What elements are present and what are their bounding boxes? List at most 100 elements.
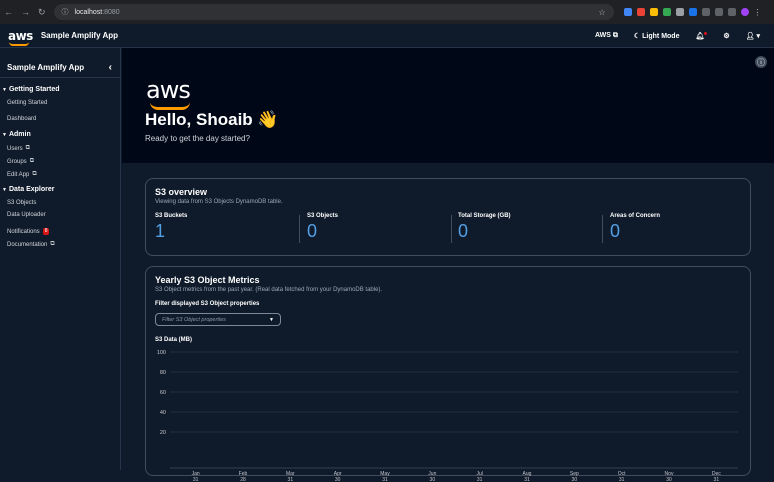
x-tick-label: 31	[619, 477, 625, 482]
light-mode-toggle[interactable]: ☾ Light Mode	[634, 32, 680, 40]
sidebar-item-notifications[interactable]: Notifications 8	[7, 228, 50, 235]
divider	[299, 215, 300, 243]
card-description: Viewing data from S3 Objects DynamoDB ta…	[155, 199, 283, 205]
main-content: aws Hello, Shoaib 👋 Ready to get the day…	[122, 48, 774, 482]
sidebar-item-getting-started[interactable]: Getting Started	[7, 100, 47, 106]
card-title: S3 overview	[155, 187, 208, 197]
metric-label: S3 Objects	[307, 213, 339, 219]
caret-down-icon: ▼	[2, 186, 7, 193]
forward-icon[interactable]: →	[21, 7, 30, 18]
yearly-metrics-card: Yearly S3 Object Metrics S3 Object metri…	[145, 266, 751, 482]
external-link-icon: ⧉	[29, 158, 34, 164]
x-tick-label: 31	[714, 477, 720, 482]
url-port: :8080	[102, 8, 120, 16]
metric-s3-objects: S3 Objects 0	[307, 213, 447, 243]
app-name[interactable]: Sample Amplify App	[41, 31, 118, 40]
filter-properties-select[interactable]: Filter S3 Object properties ▼	[155, 313, 281, 326]
dropdown-arrow-icon: ▼	[269, 316, 274, 323]
notifications-bell-icon[interactable]: 🔔︎	[695, 31, 708, 40]
external-link-icon: ⧉	[25, 145, 30, 151]
user-menu[interactable]: 👤︎ ▾	[746, 32, 760, 40]
moon-icon: ☾	[633, 32, 641, 40]
browser-toolbar: ← → ↻ ⓘ localhost:8080 ☆ ⋮	[0, 0, 774, 24]
s3-data-line-chart: 10080604020Jan31Feb28Mar31Apr30May31Jun3…	[157, 350, 738, 482]
x-tick-label: 30	[666, 477, 672, 482]
aws-hero-logo: aws	[146, 76, 191, 110]
reload-icon[interactable]: ↻	[38, 7, 46, 18]
address-bar[interactable]: ⓘ localhost:8080 ☆	[53, 4, 614, 20]
extension-icon[interactable]	[662, 8, 671, 16]
sidebar: Sample Amplify App ‹ ▼ Getting Started Ge…	[0, 48, 121, 470]
y-tick-label: 40	[160, 410, 166, 416]
section-admin[interactable]: ▼ Admin	[2, 131, 31, 138]
greeting: Hello, Shoaib 👋	[145, 110, 279, 129]
profile-icon[interactable]	[740, 8, 749, 16]
sidebar-header: Sample Amplify App ‹	[0, 48, 120, 78]
sidebar-item-documentation[interactable]: Documentation ⧉	[7, 241, 55, 248]
filter-placeholder: Filter S3 Object properties	[162, 316, 226, 323]
card-title: Yearly S3 Object Metrics	[155, 275, 260, 285]
external-link-icon: ⧉	[32, 171, 37, 177]
metric-value[interactable]: 0	[458, 221, 598, 242]
chevron-down-icon: ▾	[756, 32, 760, 40]
site-info-icon[interactable]: ⓘ	[62, 7, 69, 17]
external-link-icon: ⧉	[50, 241, 55, 247]
sidebar-item-groups[interactable]: Groups ⧉	[7, 158, 34, 165]
back-icon[interactable]: ←	[4, 7, 13, 18]
sidebar-item-users[interactable]: Users ⧉	[7, 145, 30, 152]
aws-smile-logo	[9, 42, 29, 46]
y-tick-label: 20	[160, 430, 166, 436]
sidebar-item-dashboard[interactable]: Dashboard	[7, 116, 36, 122]
sidebar-item-data-uploader[interactable]: Data Uploader	[7, 212, 46, 218]
aws-link[interactable]: AWS ⧉	[595, 32, 618, 40]
caret-down-icon: ▼	[2, 131, 7, 138]
x-tick-label: 31	[288, 477, 294, 482]
x-tick-label: 31	[193, 477, 199, 482]
menu-dots-icon[interactable]: ⋮	[754, 8, 762, 17]
filter-label: Filter displayed S3 Object properties	[155, 301, 260, 307]
section-data-explorer[interactable]: ▼ Data Explorer	[2, 186, 54, 193]
metric-value[interactable]: 0	[307, 221, 447, 242]
extension-icon[interactable]	[701, 8, 710, 16]
caret-down-icon: ▼	[2, 86, 7, 93]
history-icon[interactable]	[727, 8, 736, 16]
sidebar-item-s3-objects[interactable]: S3 Objects	[7, 200, 36, 206]
x-tick-label: 30	[335, 477, 341, 482]
x-tick-label: 30	[572, 477, 578, 482]
divider	[602, 215, 603, 243]
hero-banner: aws Hello, Shoaib 👋 Ready to get the day…	[122, 48, 774, 163]
aws-logo[interactable]: aws	[8, 29, 33, 46]
card-description: S3 Object metrics from the past year. (R…	[155, 287, 383, 293]
bookmark-star-icon[interactable]: ☆	[598, 8, 605, 17]
x-tick-label: 31	[382, 477, 388, 482]
collapse-sidebar-icon[interactable]: ‹	[109, 62, 112, 73]
extension-icon[interactable]	[675, 8, 684, 16]
metric-value[interactable]: 1	[155, 221, 295, 242]
settings-gear-icon[interactable]: ⚙	[723, 32, 729, 40]
y-tick-label: 60	[160, 390, 166, 396]
metric-total-storage: Total Storage (GB) 0	[458, 213, 598, 243]
extensions-bar: ⋮	[623, 8, 762, 17]
info-icon[interactable]: ⓘ	[755, 56, 767, 68]
top-navigation: aws Sample Amplify App AWS ⧉ ☾ Light Mod…	[0, 24, 774, 48]
metric-label: Total Storage (GB)	[458, 213, 511, 219]
extension-icon[interactable]	[636, 8, 645, 16]
greeting-subtitle: Ready to get the day started?	[145, 134, 250, 143]
sidebar-item-edit-app[interactable]: Edit App ⧉	[7, 171, 37, 178]
y-tick-label: 100	[157, 350, 166, 356]
extension-icon[interactable]	[688, 8, 697, 16]
x-tick-label: 30	[430, 477, 436, 482]
sidebar-title[interactable]: Sample Amplify App	[7, 63, 84, 72]
x-tick-label: 31	[477, 477, 483, 482]
extension-icon[interactable]	[649, 8, 658, 16]
external-link-icon: ⧉	[612, 31, 618, 39]
user-icon: 👤︎	[745, 32, 755, 40]
section-getting-started[interactable]: ▼ Getting Started	[2, 86, 60, 93]
extension-icon[interactable]	[623, 8, 632, 16]
metric-label: S3 Buckets	[155, 213, 188, 219]
puzzle-icon[interactable]	[714, 8, 723, 16]
notification-count-badge: 8	[42, 228, 50, 235]
aws-smile-logo	[150, 102, 190, 110]
metric-value[interactable]: 0	[610, 221, 750, 242]
metric-label: Areas of Concern	[610, 213, 661, 219]
